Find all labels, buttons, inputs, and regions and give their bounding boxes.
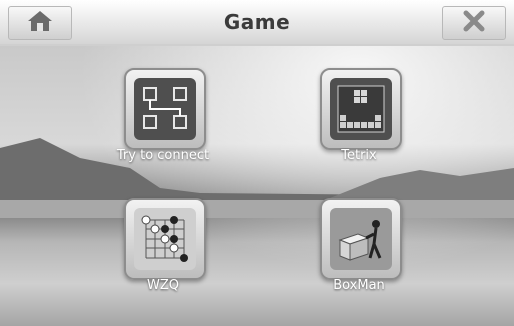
tetrix-icon: [330, 78, 392, 140]
close-button[interactable]: [442, 6, 506, 40]
app-label: Tetrix: [341, 148, 377, 163]
app-label: Try to connect: [116, 148, 210, 163]
boxman-icon: [330, 208, 392, 270]
app-label: WZQ: [147, 278, 179, 293]
app-label: BoxMan: [333, 278, 385, 293]
game-screen: Game Try to connect Tetrix WZQ BoxMan: [0, 0, 514, 326]
app-icon-frame: [320, 68, 402, 150]
app-icon-frame: [124, 68, 206, 150]
wzq-icon: [134, 208, 196, 270]
header-bar: Game: [0, 0, 514, 46]
app-icon-frame: [124, 198, 206, 280]
app-icon-frame: [320, 198, 402, 280]
page-title: Game: [223, 10, 291, 34]
app-try-to-connect[interactable]: Try to connect: [103, 68, 223, 188]
app-boxman[interactable]: BoxMan: [299, 198, 419, 318]
app-wzq[interactable]: WZQ: [103, 198, 223, 318]
app-tetrix[interactable]: Tetrix: [299, 68, 419, 188]
connect-icon: [134, 78, 196, 140]
close-icon: [463, 10, 485, 36]
